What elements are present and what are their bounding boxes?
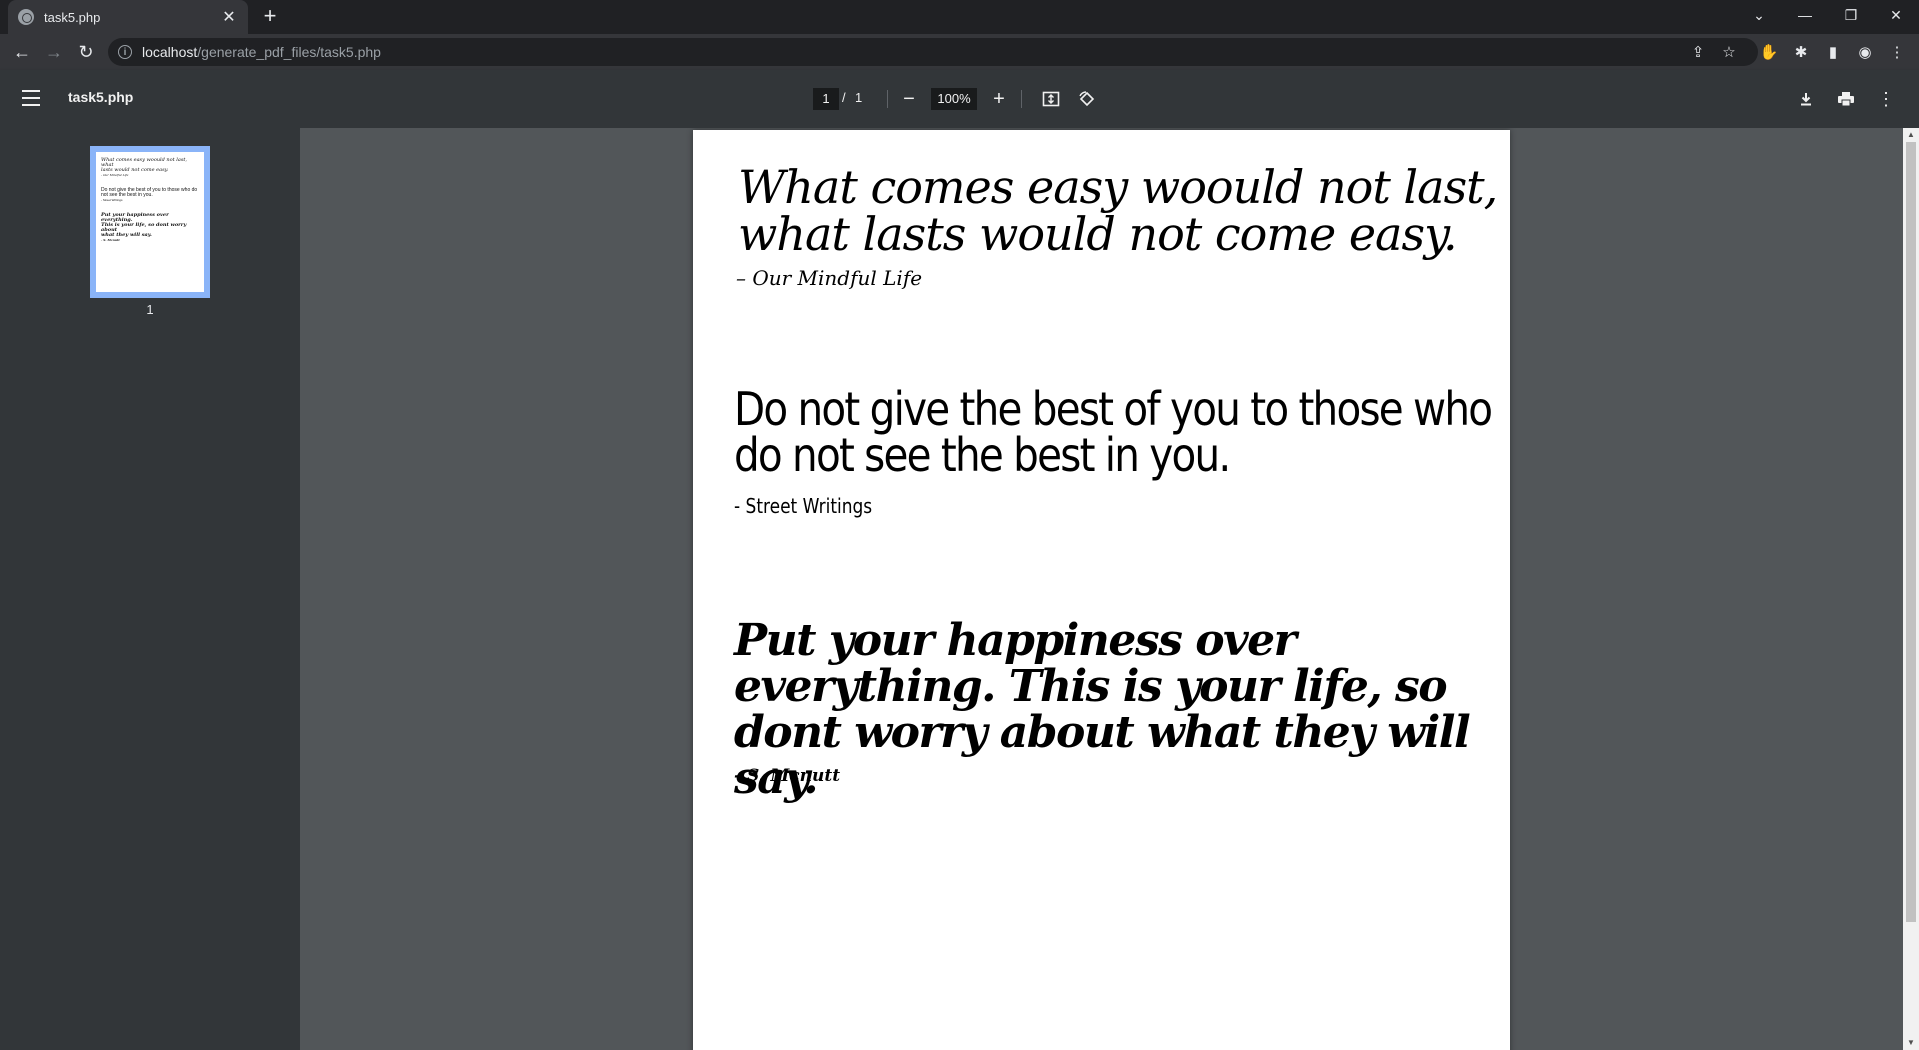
reload-button[interactable]: ↻ (72, 38, 100, 66)
quote-1-author: – Our Mindful Life (736, 266, 923, 290)
minimize-button[interactable]: — (1782, 0, 1828, 30)
extension-adblock-icon[interactable]: ✋ (1755, 38, 1783, 66)
share-icon[interactable]: ⇪ (1684, 38, 1712, 66)
pdf-viewer[interactable]: What comes easy woould not last, what la… (300, 128, 1903, 1050)
globe-icon (18, 9, 34, 25)
site-info-icon[interactable]: i (118, 45, 132, 59)
thumbnail-sidebar: What comes easy woould not last, what la… (0, 128, 300, 1050)
url-path: /generate_pdf_files/task5.php (197, 44, 381, 60)
more-options-icon[interactable]: ⋮ (1873, 86, 1899, 112)
back-button[interactable]: ← (8, 38, 36, 66)
zoom-level-input[interactable]: 100% (931, 88, 977, 110)
page-separator: / (842, 90, 846, 105)
address-bar[interactable]: i localhost /generate_pdf_files/task5.ph… (108, 38, 1758, 66)
quote-2-author: - Street Writings (734, 494, 873, 518)
new-tab-button[interactable]: + (258, 5, 282, 29)
download-icon[interactable] (1793, 86, 1819, 112)
page-number-input[interactable]: 1 (813, 88, 839, 110)
side-panel-icon[interactable]: ▮ (1819, 38, 1847, 66)
browser-menu-icon[interactable]: ⋮ (1883, 38, 1911, 66)
thumbnail-page-label: 1 (146, 302, 154, 317)
profile-avatar[interactable]: ◉ (1851, 38, 1879, 66)
restore-button[interactable]: ❐ (1828, 0, 1874, 30)
rotate-icon[interactable] (1074, 86, 1100, 112)
thumbnail-page-preview: What comes easy woould not last, what la… (96, 152, 204, 292)
pdf-toolbar: task5.php 1 / 1 − 100% + ⋮ (0, 70, 1919, 128)
page-thumbnail[interactable]: What comes easy woould not last, what la… (90, 146, 210, 298)
quote-3: Put your happiness over everything. This… (734, 615, 1471, 804)
scroll-up-icon[interactable]: ▲ (1903, 128, 1919, 142)
toolbar-divider (1021, 90, 1022, 108)
fit-to-page-icon[interactable] (1038, 86, 1064, 112)
forward-button[interactable]: → (40, 38, 68, 66)
sidebar-menu-icon[interactable] (22, 90, 40, 106)
quote-3-author: - S. Mcnutt (734, 766, 841, 786)
close-window-button[interactable]: ✕ (1873, 0, 1919, 30)
zoom-in-button[interactable]: + (986, 86, 1012, 112)
browser-tab[interactable]: task5.php ✕ (8, 0, 248, 34)
zoom-out-button[interactable]: − (896, 86, 922, 112)
pdf-title: task5.php (68, 89, 134, 105)
total-pages: 1 (855, 90, 863, 105)
vertical-scrollbar[interactable]: ▲ ▼ (1903, 128, 1919, 1050)
bookmark-star-icon[interactable]: ☆ (1715, 38, 1743, 66)
scroll-down-icon[interactable]: ▼ (1903, 1036, 1919, 1050)
quote-1: What comes easy woould not last, what la… (738, 160, 1498, 261)
quote-2: Do not give the best of you to those who… (734, 382, 1493, 482)
toolbar-divider (887, 90, 888, 108)
thumbnail-text: - S. Mcnutt (101, 238, 120, 242)
scrollbar-thumb[interactable] (1906, 142, 1916, 922)
browser-toolbar: ← → ↻ i localhost /generate_pdf_files/ta… (0, 34, 1919, 70)
tab-title: task5.php (44, 9, 101, 25)
url-host: localhost (142, 44, 198, 60)
pdf-page: What comes easy woould not last, what la… (693, 130, 1510, 1050)
tab-strip: task5.php ✕ + ⌄ — ❐ ✕ (0, 0, 1919, 34)
extensions-puzzle-icon[interactable]: ✱ (1787, 38, 1815, 66)
tab-search-icon[interactable]: ⌄ (1736, 0, 1782, 30)
close-tab-icon[interactable]: ✕ (220, 7, 238, 27)
print-icon[interactable] (1833, 86, 1859, 112)
